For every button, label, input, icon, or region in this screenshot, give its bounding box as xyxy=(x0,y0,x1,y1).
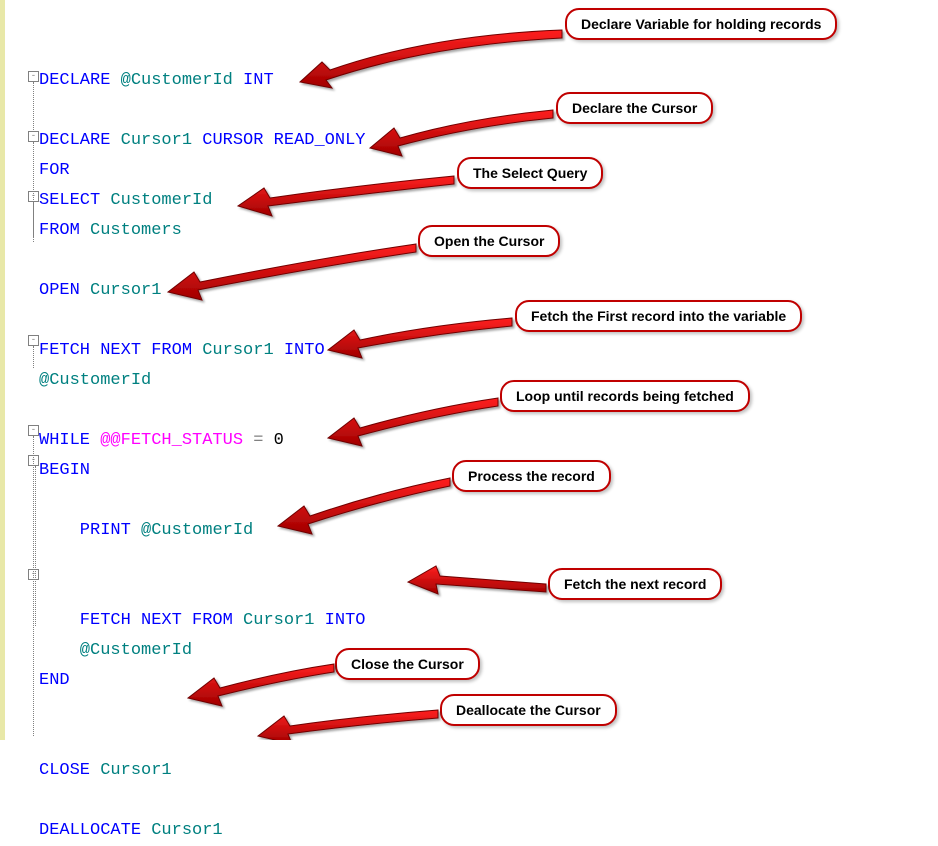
keyword: CLOSE xyxy=(39,761,100,780)
keyword: FETCH NEXT FROM xyxy=(39,341,202,360)
keyword: PRINT xyxy=(39,521,141,540)
keyword: FOR xyxy=(39,161,70,180)
identifier: Cursor1 xyxy=(151,821,222,840)
keyword: BEGIN xyxy=(39,461,90,480)
keyword: OPEN xyxy=(39,281,90,300)
fold-toggle[interactable]: - xyxy=(28,131,39,142)
callout-open-cursor: Open the Cursor xyxy=(418,225,560,257)
identifier: CustomerId xyxy=(110,191,212,210)
keyword: DEALLOCATE xyxy=(39,821,151,840)
callout-loop: Loop until records being fetched xyxy=(500,380,750,412)
callout-close: Close the Cursor xyxy=(335,648,480,680)
identifier: Cursor1 xyxy=(100,761,171,780)
callout-process: Process the record xyxy=(452,460,611,492)
callout-select-query: The Select Query xyxy=(457,157,603,189)
callout-declare-cursor: Declare the Cursor xyxy=(556,92,713,124)
identifier: Cursor1 xyxy=(202,341,284,360)
keyword: CURSOR READ_ONLY xyxy=(202,131,365,150)
keyword: SELECT xyxy=(39,191,110,210)
keyword: INTO xyxy=(325,611,366,630)
keyword: INTO xyxy=(284,341,325,360)
fold-toggle[interactable]: - xyxy=(28,71,39,82)
fold-toggle[interactable]: - xyxy=(28,335,39,346)
identifier: Customers xyxy=(90,221,182,240)
identifier: Cursor1 xyxy=(90,281,161,300)
keyword: WHILE xyxy=(39,431,100,450)
system-variable: @@FETCH_STATUS xyxy=(100,431,253,450)
keyword: FETCH NEXT FROM xyxy=(39,611,243,630)
keyword: DECLARE xyxy=(39,131,121,150)
variable: @CustomerId xyxy=(39,371,151,390)
keyword: END xyxy=(39,671,70,690)
callout-deallocate: Deallocate the Cursor xyxy=(440,694,617,726)
literal: 0 xyxy=(274,431,284,450)
operator: = xyxy=(253,431,273,450)
callout-fetch-first: Fetch the First record into the variable xyxy=(515,300,802,332)
callout-declare-variable: Declare Variable for holding records xyxy=(565,8,837,40)
variable: @CustomerId xyxy=(141,521,253,540)
keyword: FROM xyxy=(39,221,90,240)
fold-toggle[interactable]: - xyxy=(28,425,39,436)
keyword: INT xyxy=(243,71,274,90)
identifier: Cursor1 xyxy=(121,131,203,150)
variable: @CustomerId xyxy=(39,641,192,660)
keyword: DECLARE xyxy=(39,71,121,90)
variable: @CustomerId xyxy=(121,71,243,90)
identifier: Cursor1 xyxy=(243,611,325,630)
callout-fetch-next: Fetch the next record xyxy=(548,568,722,600)
code-block: DECLARE @CustomerId INT DECLARE Cursor1 … xyxy=(39,0,419,846)
